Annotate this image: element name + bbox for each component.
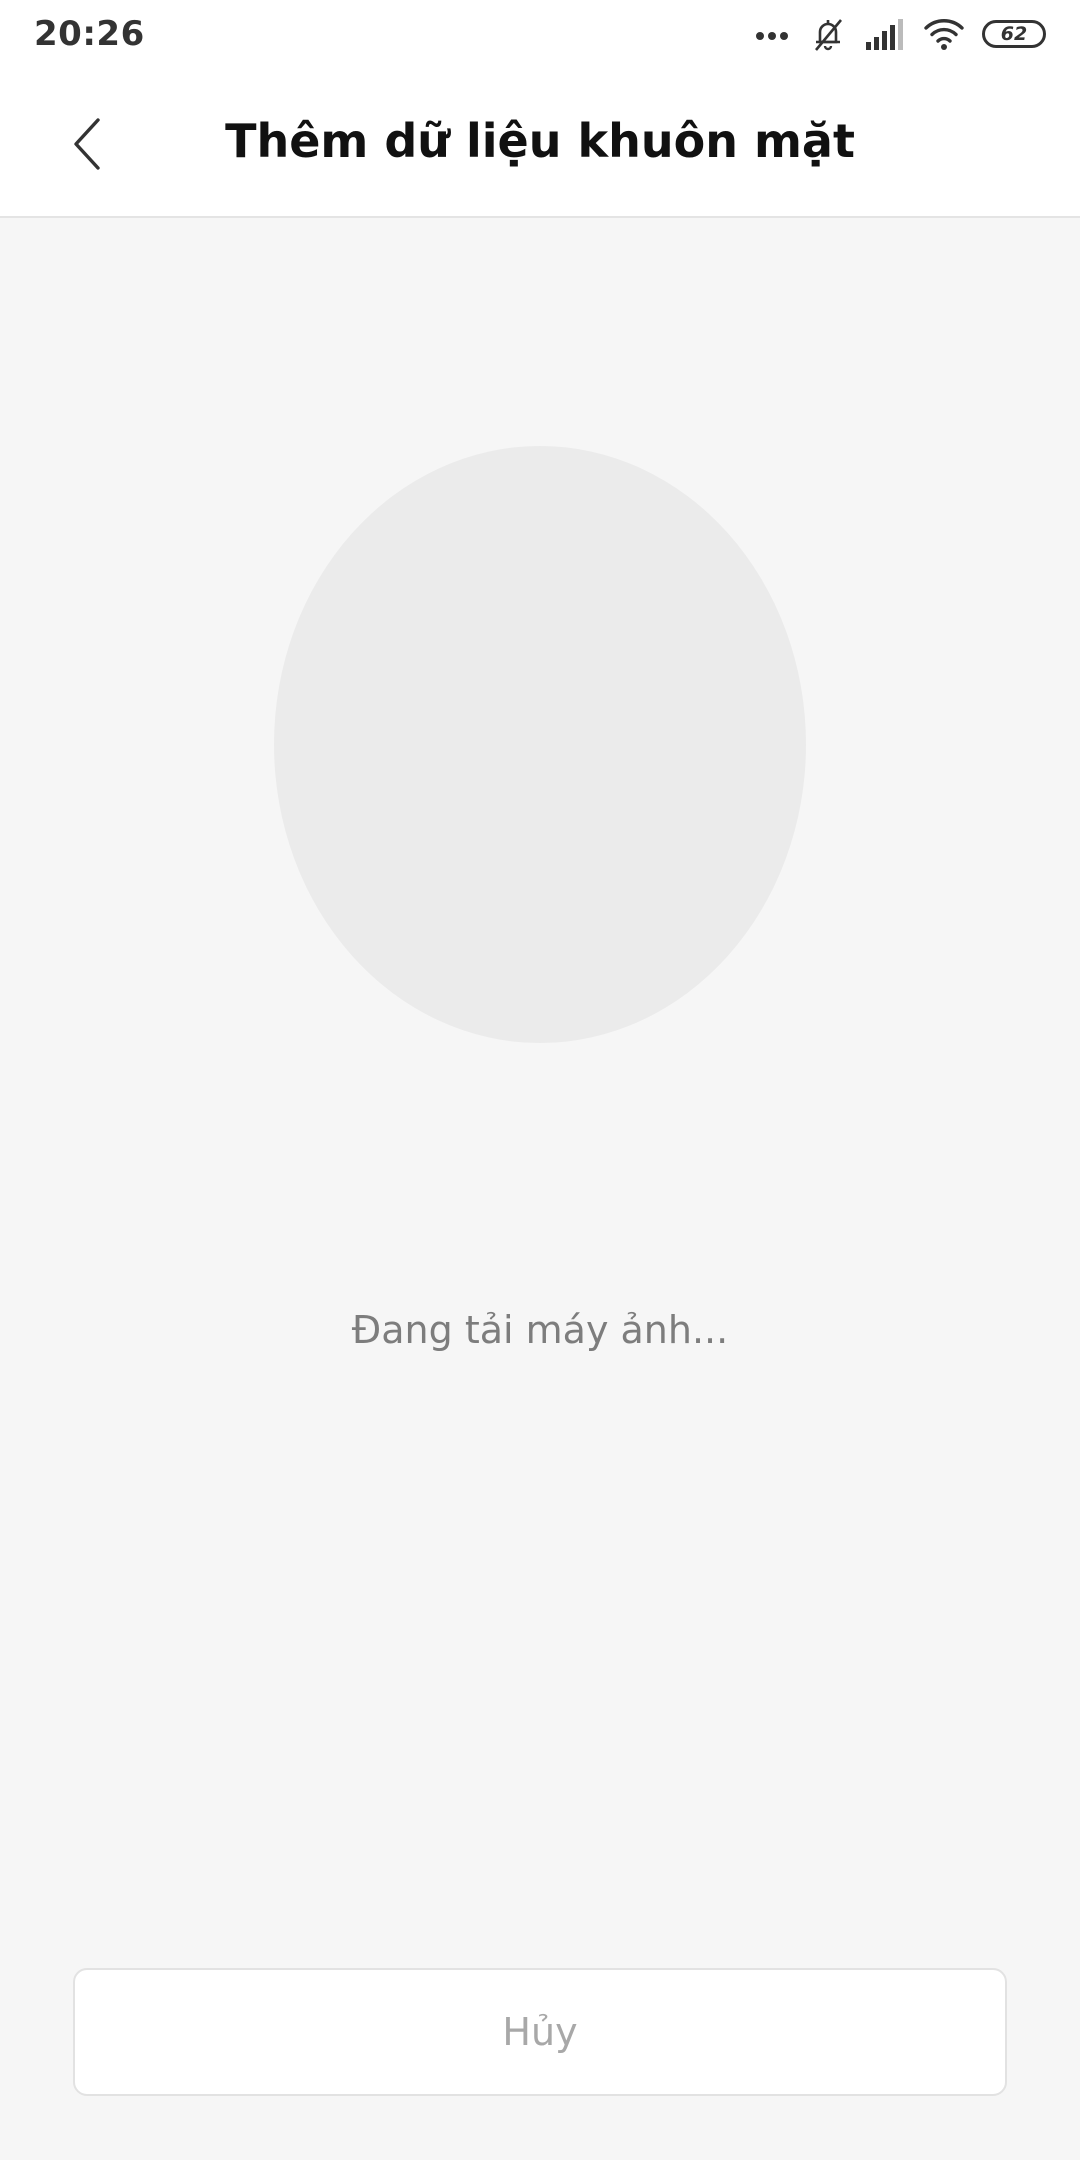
header: Thêm dữ liệu khuôn mặt [0,70,1080,218]
loading-status-text: Đang tải máy ảnh... [351,1308,729,1352]
bell-off-icon [808,14,848,54]
status-time: 20:26 [34,14,145,54]
face-camera-preview [274,446,806,1043]
signal-icon [864,14,906,54]
battery-icon: 62 [982,20,1046,48]
face-data-screen: 20:26 62 Thêm dữ liệu khuôn mặt Đang tải… [0,0,1080,2160]
status-bar: 20:26 62 [0,0,1080,70]
page-title: Thêm dữ liệu khuôn mặt [225,114,855,168]
wifi-icon [922,14,966,54]
battery-level: 62 [1000,23,1028,45]
status-icons: 62 [752,14,1046,54]
more-dots-icon [752,14,792,54]
cancel-button[interactable]: Hủy [73,1968,1007,2096]
